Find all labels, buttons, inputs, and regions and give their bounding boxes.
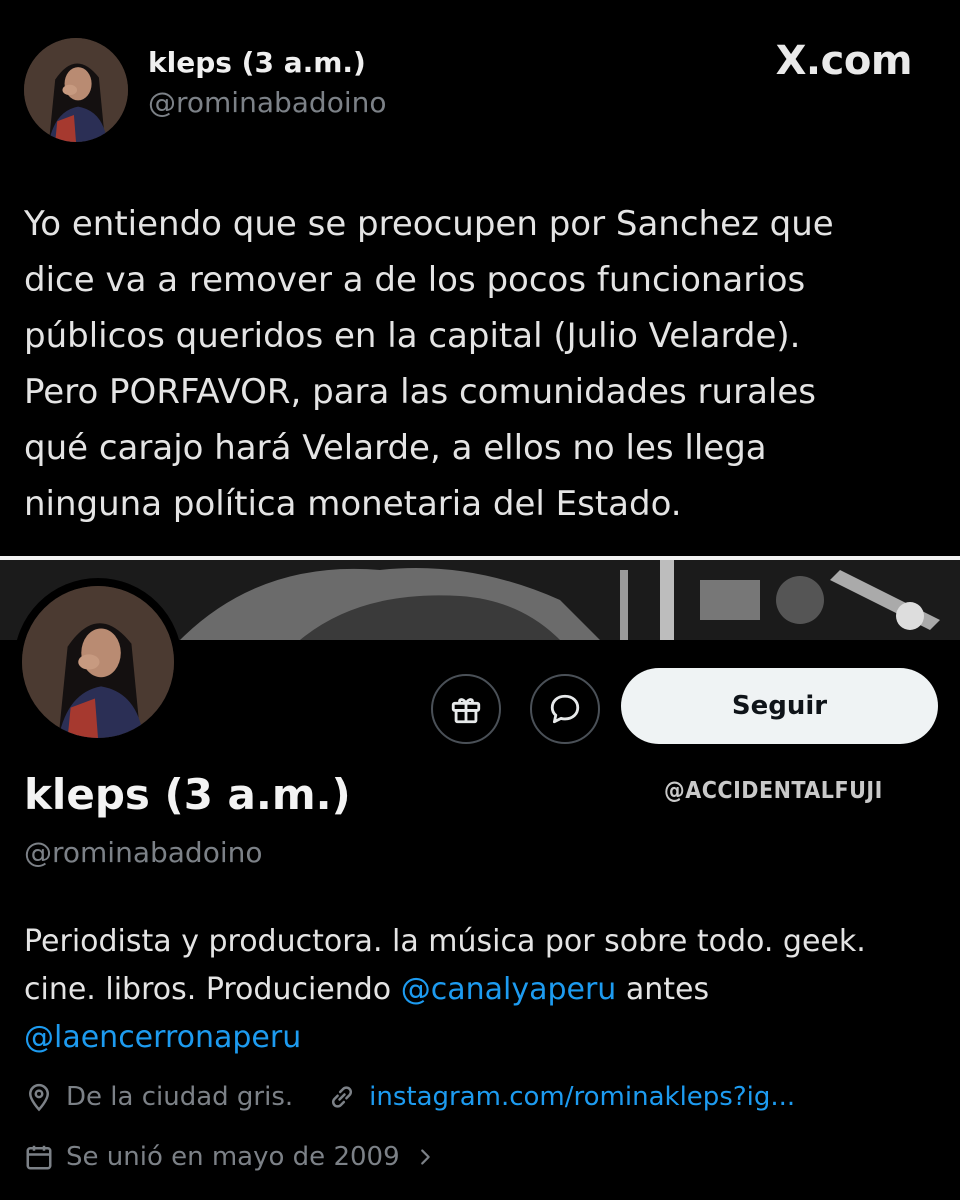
- tweet-avatar[interactable]: [24, 38, 128, 142]
- chevron-right-icon: [420, 1149, 430, 1165]
- website-link[interactable]: instagram.com/rominakleps?ig...: [327, 1082, 795, 1112]
- tweet-line: públicos queridos en la capital (Julio V…: [24, 316, 801, 356]
- bio-text: Periodista y productora. la música por s…: [24, 924, 866, 959]
- gift-icon: [451, 698, 481, 724]
- tweet-line: dice va a remover a de los pocos funcion…: [24, 260, 806, 300]
- bio-mention-canalyaperu[interactable]: @canalyaperu: [401, 972, 617, 1007]
- message-icon: [550, 694, 580, 724]
- joined-text: Se unió en mayo de 2009: [66, 1142, 400, 1172]
- location-pin-icon: [28, 1083, 50, 1112]
- location-text: De la ciudad gris.: [66, 1082, 294, 1112]
- tweet-line: Yo entiendo que se preocupen por Sanchez…: [24, 204, 834, 244]
- profile-handle: @rominabadoino: [24, 836, 263, 869]
- tweet-line: Pero PORFAVOR, para las comunidades rura…: [24, 372, 816, 412]
- tweet-handle[interactable]: @rominabadoino: [148, 86, 386, 119]
- bio-text: cine. libros. Produciendo: [24, 972, 401, 1007]
- avatar-photo: [22, 586, 174, 738]
- calendar-icon: [26, 1145, 52, 1170]
- watermark: @ACCIDENTALFUJI: [664, 778, 883, 804]
- tweet-line: qué carajo hará Velarde, a ellos no les …: [24, 428, 767, 468]
- bio-mention-laencerronaperu[interactable]: @laencerronaperu: [24, 1020, 301, 1055]
- bio-text: antes: [616, 972, 710, 1007]
- profile-avatar[interactable]: [22, 586, 174, 738]
- tweet-line: ninguna política monetaria del Estado.: [24, 484, 682, 524]
- x-logo: X.com: [775, 38, 913, 84]
- link-icon: [332, 1086, 353, 1108]
- tweet-display-name[interactable]: kleps (3 a.m.): [148, 46, 366, 79]
- tweet-text: Yo entiendo que se preocupen por Sanchez…: [24, 196, 924, 532]
- follow-button[interactable]: Seguir: [621, 668, 938, 744]
- message-button[interactable]: [530, 674, 600, 744]
- profile-card: Seguir kleps (3 a.m.) @ACCIDENTALFUJI @r…: [0, 560, 960, 1200]
- profile-meta-joined[interactable]: Se unió en mayo de 2009: [24, 1142, 448, 1172]
- gift-button[interactable]: [431, 674, 501, 744]
- profile-meta-location: De la ciudad gris. instagram.com/rominak…: [24, 1082, 795, 1112]
- avatar-photo: [24, 38, 128, 142]
- tweet-card: kleps (3 a.m.) @rominabadoino X.com Yo e…: [0, 0, 960, 556]
- website-link-text[interactable]: instagram.com/rominakleps?ig...: [369, 1082, 795, 1112]
- profile-display-name: kleps (3 a.m.): [24, 770, 351, 819]
- profile-bio: Periodista y productora. la música por s…: [24, 918, 944, 1062]
